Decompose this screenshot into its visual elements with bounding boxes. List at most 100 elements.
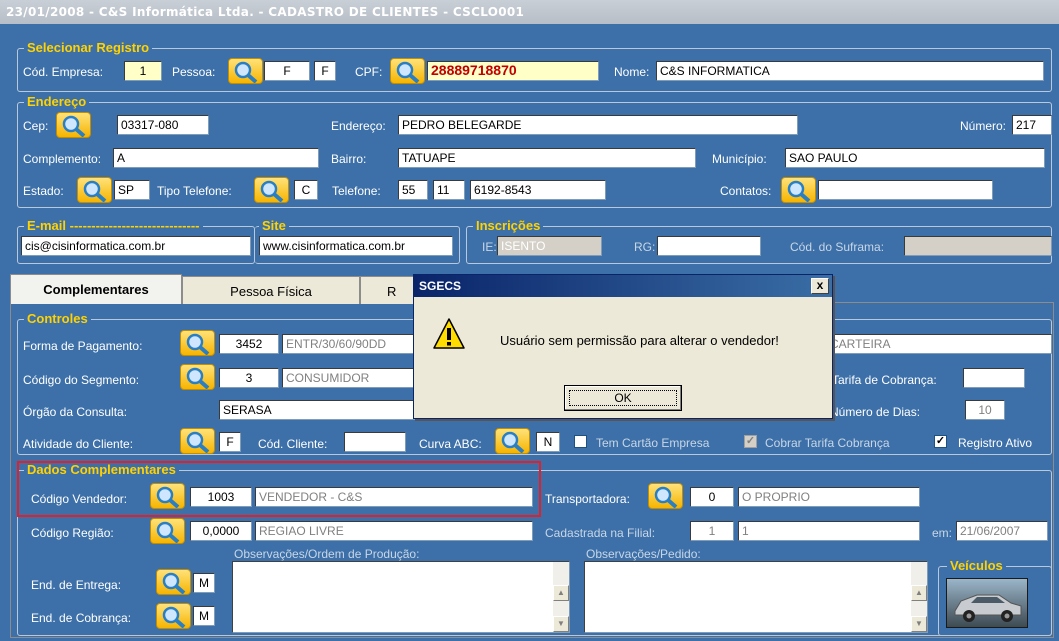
scroll-down-icon[interactable]: ▼ [911,616,927,632]
vendedor-search-button[interactable] [150,483,185,509]
pessoa-search-button[interactable] [228,58,263,84]
dialog-title: SGECS [414,275,832,297]
veiculos-button[interactable] [946,578,1028,628]
contatos-field[interactable] [818,180,993,200]
scroll-down-icon[interactable]: ▼ [553,616,569,632]
em-date-field: 21/06/2007 [956,521,1048,541]
obs-pedido-scrollbar[interactable]: ▲ ▼ [911,562,927,632]
regiao-desc-field: REGIAO LIVRE [255,521,533,541]
pessoa-label: Pessoa: [172,65,216,79]
scroll-up-icon[interactable]: ▲ [553,585,569,601]
atividade-search-button[interactable] [180,428,215,454]
suframa-field[interactable] [904,236,1052,256]
segmento-label: Código do Segmento: [23,373,140,387]
vendedor-code-field[interactable]: 1003 [190,487,252,507]
close-icon[interactable]: x [811,278,829,294]
tem-cartao-checkbox[interactable] [574,435,587,448]
filial-code-field: 1 [690,521,734,541]
telefone-label: Telefone: [332,184,381,198]
tarifa-cobranca-field[interactable] [963,368,1025,388]
search-icon [186,367,210,389]
cep-field[interactable]: 03317-080 [117,115,209,135]
tipo-telefone-label: Tipo Telefone: [157,184,232,198]
curva-abc-search-button[interactable] [495,428,530,454]
rg-label: RG: [634,240,656,254]
obs-ordem-textarea[interactable]: ▲ ▼ [232,561,570,633]
telefone-number-field[interactable]: 6192-8543 [470,180,606,200]
tab-r[interactable]: R [360,276,420,304]
search-icon [162,606,186,628]
search-icon [156,486,180,508]
numero-dias-field[interactable]: 10 [965,400,1005,420]
tab-complementares[interactable]: Complementares [10,274,182,304]
cobrar-tarifa-checkbox[interactable]: ✓ [744,435,757,448]
tipo-telefone-field[interactable]: C [294,180,318,200]
cobranca-search-button[interactable] [156,603,191,629]
tab-pessoa-fisica[interactable]: Pessoa Física [182,276,360,304]
search-icon [396,61,420,83]
obs-ordem-scrollbar[interactable]: ▲ ▼ [553,562,569,632]
obs-pedido-label: Observações/Pedido: [586,547,701,561]
telefone-ddi-field[interactable]: 55 [398,180,428,200]
rg-field[interactable] [657,236,761,256]
contatos-search-button[interactable] [781,177,816,203]
orgao-consulta-field[interactable]: SERASA [219,400,422,420]
nome-field[interactable]: C&S INFORMATICA [656,61,1044,81]
numero-dias-label: Número de Dias: [830,405,921,419]
ok-button[interactable]: OK [564,385,682,411]
cpf-search-button[interactable] [390,58,425,84]
estado-search-button[interactable] [77,177,112,203]
tem-cartao-label: Tem Cartão Empresa [596,436,710,450]
cod-empresa-field[interactable]: 1 [124,61,162,81]
curva-abc-label: Curva ABC: [419,437,482,451]
endereco-field[interactable]: PEDRO BELEGARDE [398,115,798,135]
segmento-search-button[interactable] [180,364,215,390]
scroll-up-icon[interactable]: ▲ [911,585,927,601]
tipo-telefone-search-button[interactable] [254,177,289,203]
pessoa-field-2[interactable]: F [314,61,336,81]
entrega-search-button[interactable] [156,569,191,595]
municipio-field[interactable]: SAO PAULO [785,148,1045,168]
estado-field[interactable]: SP [114,180,150,200]
regiao-code-field[interactable]: 0,0000 [190,521,252,541]
complemento-field[interactable]: A [113,148,319,168]
forma-pagamento-search-button[interactable] [180,330,215,356]
estado-label: Estado: [23,184,64,198]
search-icon [186,431,210,453]
numero-field[interactable]: 217 [1012,115,1052,135]
contatos-label: Contatos: [720,184,772,198]
entrega-field[interactable]: M [193,573,215,593]
search-icon [234,61,258,83]
email-field[interactable]: cis@cisinformatica.com.br [21,236,251,256]
site-field[interactable]: www.cisinformatica.com.br [259,236,453,256]
atividade-field[interactable]: F [219,432,241,452]
search-icon [162,572,186,594]
forma-pagamento-code[interactable]: 3452 [219,334,279,354]
endereco-label: Endereço: [331,119,386,133]
transportadora-search-button[interactable] [648,483,683,509]
curva-abc-field[interactable]: N [536,432,560,452]
search-icon [62,115,86,137]
dialog-message: Usuário sem permissão para alterar o ven… [500,333,779,348]
pessoa-field[interactable]: F [264,61,310,81]
window-title: 23/01/2008 - C&S Informática Ltda. - CAD… [0,0,1059,24]
regiao-search-button[interactable] [150,518,185,544]
numero-label: Número: [960,119,1007,133]
search-icon [156,521,180,543]
cod-cliente-field[interactable] [344,432,406,452]
email-legend: E-mail ------------------------------ [24,218,203,234]
registro-ativo-checkbox[interactable]: ✓ [934,435,947,448]
filial-desc-field: 1 [738,521,920,541]
cod-empresa-label: Cód. Empresa: [23,65,104,79]
ie-field[interactable]: ISENTO [497,236,602,256]
telefone-ddd-field[interactable]: 11 [433,180,465,200]
cobranca-field[interactable]: M [193,606,215,626]
bairro-field[interactable]: TATUAPE [398,148,696,168]
transportadora-code-field[interactable]: 0 [690,487,734,507]
segmento-code[interactable]: 3 [219,368,279,388]
cpf-field[interactable]: 28889718870 [427,61,599,81]
filial-label: Cadastrada na Filial: [545,526,656,540]
cep-search-button[interactable] [56,112,91,138]
search-icon [654,486,678,508]
obs-pedido-textarea[interactable]: ▲ ▼ [584,561,928,633]
